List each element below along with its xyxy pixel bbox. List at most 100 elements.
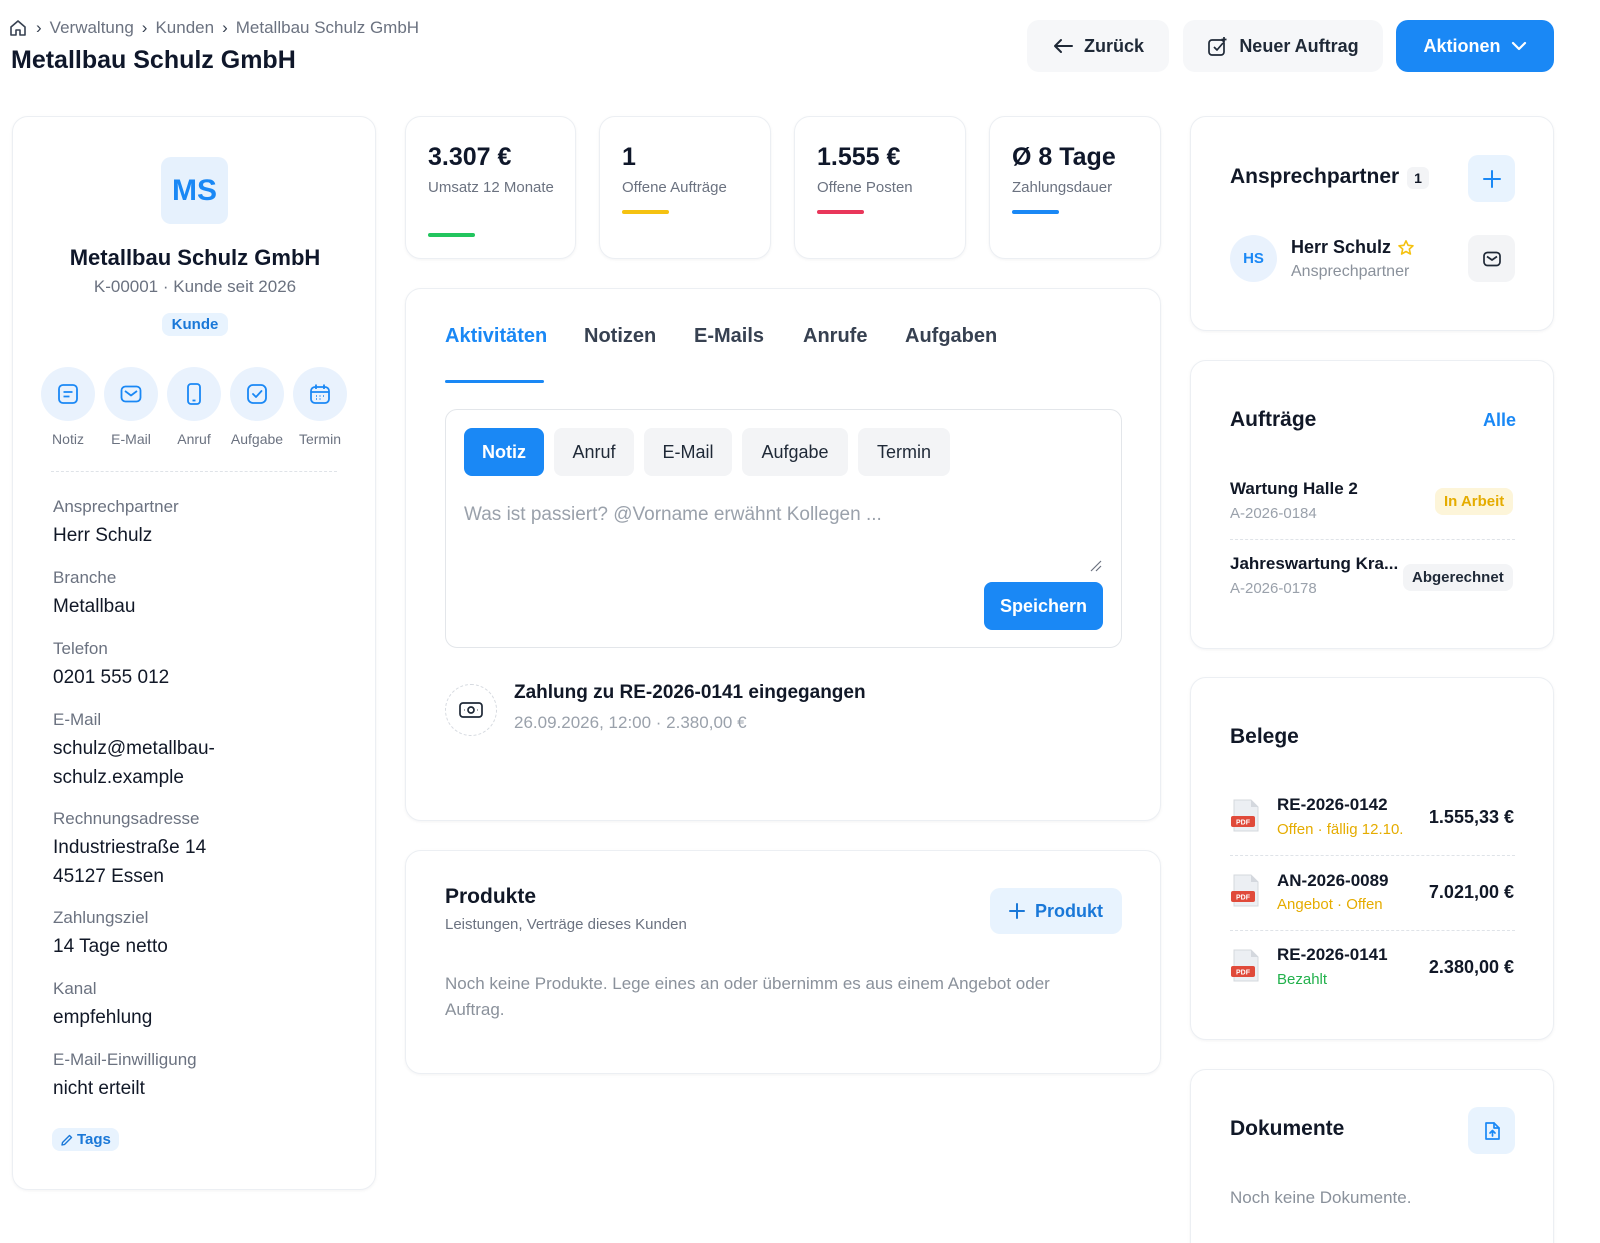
field-label: E-Mail [53,710,102,729]
stat-value: 1 [622,143,636,171]
field-label: Zahlungsziel [53,908,149,927]
order-name[interactable]: Jahreswartung Kra... [1230,554,1398,574]
contacts-title: Ansprechpartner [1230,165,1400,188]
new-order-icon [1207,35,1229,57]
field-value[interactable]: schulz@metallbau-schulz.example [53,734,253,792]
svg-text:PDF: PDF [1236,895,1251,902]
order-name[interactable]: Wartung Halle 2 [1230,479,1358,499]
order-status-badge: In Arbeit [1435,488,1514,515]
phone-icon [181,381,207,407]
receipt-number[interactable]: RE-2026-0142 [1277,795,1388,815]
star-icon[interactable] [1397,239,1415,257]
quick-action-appointment[interactable]: Termin [293,367,347,447]
new-order-button[interactable]: Neuer Auftrag [1183,20,1383,72]
order-status-badge: Abgerechnet [1403,564,1513,591]
page-title: Metallbau Schulz GmbH [11,46,296,74]
pdf-file-icon: PDF [1231,798,1261,834]
customer-subtitle: K-00001 · Kunde seit 2026 [93,277,297,296]
customer-type-badge: Kunde [161,313,229,336]
tags-label: Tags [77,1131,111,1148]
quick-action-call[interactable]: Anruf [167,367,221,447]
plus-icon [1008,903,1025,919]
receipt-status: Offen · fällig 12.10. [1277,821,1404,838]
breadcrumb-link-verwaltung[interactable]: Verwaltung [50,18,134,38]
quick-action-note[interactable]: Notiz [41,367,95,447]
stat-label: Umsatz 12 Monate [428,179,554,196]
tab-calls[interactable]: Anrufe [803,325,867,348]
calendar-icon [307,381,333,407]
customer-name: Metallbau Schulz GmbH [69,245,321,270]
chevron-right-icon: › [141,18,148,37]
save-button[interactable]: Speichern [984,582,1103,630]
activity-card: Aktivitäten Notizen E-Mails Anrufe Aufga… [405,288,1161,821]
receipt-number[interactable]: RE-2026-0141 [1277,945,1388,965]
quick-action-email[interactable]: E-Mail [104,367,158,447]
orders-all-link[interactable]: Alle [1483,410,1516,431]
breadcrumb-link-kunden[interactable]: Kunden [155,18,214,38]
field-billing-address: Rechnungsadresse Industriestraße 14 4512… [53,809,353,891]
tab-activities[interactable]: Aktivitäten [445,325,547,348]
receipt-amount: 1.555,33 € [1428,807,1514,827]
upload-document-button[interactable] [1468,1107,1515,1154]
stat-card-payment-duration: Ø 8 Tage Zahlungsdauer [989,116,1161,259]
stat-accent-bar [1012,210,1059,214]
back-button[interactable]: Zurück [1027,20,1169,72]
tags-button[interactable]: Tags [52,1128,119,1151]
field-label: E-Mail-Einwilligung [53,1050,197,1069]
field-phone: Telefon 0201 555 012 [53,639,353,692]
type-email-button[interactable]: E-Mail [644,428,732,476]
pdf-file-icon: PDF [1231,873,1261,909]
quick-action-task[interactable]: Aufgabe [230,367,284,447]
resize-handle-icon[interactable] [1090,560,1102,572]
tab-emails[interactable]: E-Mails [694,325,764,348]
activity-text-input[interactable]: Was ist passiert? @Vorname erwähnt Kolle… [464,504,882,526]
stat-card-open-items: 1.555 € Offene Posten [794,116,966,259]
add-product-button[interactable]: Produkt [990,888,1122,934]
customer-profile-card: MS Metallbau Schulz GmbH K-00001 · Kunde… [12,116,376,1190]
field-label: Kanal [53,979,97,998]
contact-name[interactable]: Herr Schulz [1291,237,1391,258]
stat-value: 3.307 € [428,143,512,171]
contact-name-row: Herr Schulz [1291,237,1415,258]
receipt-divider [1230,930,1515,931]
file-upload-icon [1481,1120,1503,1142]
field-value-line1: Industriestraße 14 [53,837,207,858]
type-task-button[interactable]: Aufgabe [742,428,848,476]
chevron-right-icon: › [36,18,42,37]
receipt-status: Bezahlt [1277,971,1328,988]
type-appointment-button[interactable]: Termin [858,428,950,476]
field-email: E-Mail schulz@metallbau-schulz.example [53,710,253,792]
receipt-amount: 7.021,00 € [1428,882,1514,902]
profile-divider [51,471,337,472]
order-divider [1230,539,1515,540]
actions-dropdown-button[interactable]: Aktionen [1396,20,1554,72]
feed-item-meta: 26.09.2026, 12:00 · 2.380,00 € [514,713,747,732]
note-icon [55,381,81,407]
tab-notes[interactable]: Notizen [584,325,656,348]
arrow-left-icon [1052,37,1074,55]
order-number: A-2026-0184 [1230,505,1317,522]
receipt-status: Angebot · Offen [1277,896,1383,913]
add-contact-button[interactable] [1468,155,1515,202]
stat-card-open-orders: 1 Offene Aufträge [599,116,771,259]
tab-tasks[interactable]: Aufgaben [905,325,997,348]
stat-accent-bar [428,233,475,237]
svg-text:PDF: PDF [1236,970,1251,977]
products-empty-state: Noch keine Produkte. Lege eines an oder … [445,974,1050,1019]
field-value: nicht erteilt [53,1078,145,1099]
orders-title: Aufträge [1230,408,1317,431]
type-note-button[interactable]: Notiz [464,428,544,476]
field-value: empfehlung [53,1007,153,1028]
contact-email-button[interactable] [1468,235,1515,282]
contacts-card: Ansprechpartner 1 HS Herr Schulz Ansprec… [1190,116,1554,331]
home-icon[interactable] [8,18,28,38]
field-value: 14 Tage netto [53,936,168,957]
type-call-button[interactable]: Anruf [554,428,634,476]
breadcrumb-current: Metallbau Schulz GmbH [235,18,420,37]
new-order-label: Neuer Auftrag [1239,35,1359,56]
field-industry: Branche Metallbau [53,568,353,621]
chevron-right-icon: › [222,18,228,37]
field-value[interactable]: 0201 555 012 [53,663,353,692]
receipts-title: Belege [1230,725,1299,748]
receipt-number[interactable]: AN-2026-0089 [1277,871,1389,891]
